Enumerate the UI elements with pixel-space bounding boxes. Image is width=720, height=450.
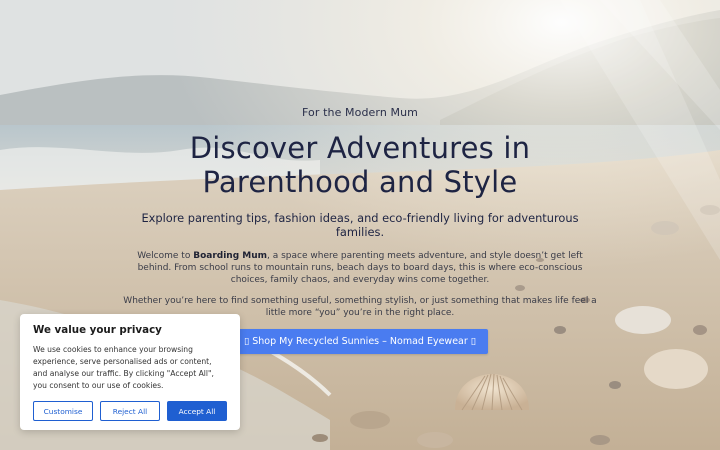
hero-headline-line1: Discover Adventures in <box>189 131 531 165</box>
hero-eyebrow: For the Modern Mum <box>302 106 418 119</box>
cookie-consent-banner: We value your privacy We use cookies to … <box>20 314 240 430</box>
cookie-banner-title: We value your privacy <box>33 324 162 336</box>
hero-subheadline: Explore parenting tips, fashion ideas, a… <box>141 211 579 239</box>
intro-prefix: Welcome to <box>137 251 194 261</box>
hero-headline-line2: Parenthood and Style <box>202 165 518 199</box>
cookie-banner-text: We use cookies to enhance your browsing … <box>33 345 214 390</box>
accept-all-button[interactable]: Accept All <box>167 401 227 421</box>
reject-all-button[interactable]: Reject All <box>100 401 160 421</box>
cookie-banner-buttons: Customise Reject All Accept All <box>33 401 227 421</box>
hero-intro-paragraph: Welcome to Boarding Mum, a space where p… <box>120 250 600 286</box>
hero-headline: Discover Adventures in Parenthood and St… <box>120 131 600 199</box>
brand-name: Boarding Mum <box>193 251 268 261</box>
shop-sunnies-button[interactable]: ▯ Shop My Recycled Sunnies – Nomad Eyewe… <box>231 329 489 354</box>
customise-button[interactable]: Customise <box>33 401 93 421</box>
